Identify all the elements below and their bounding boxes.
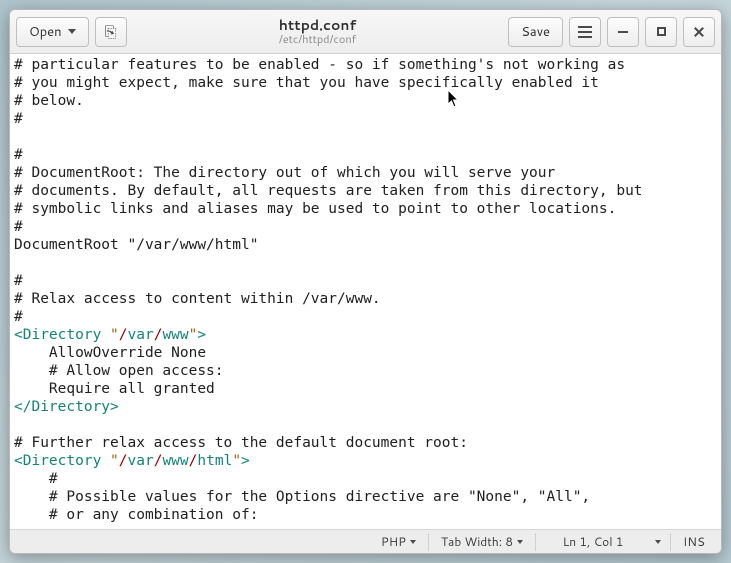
tab-width-label: Tab Width: 8	[441, 533, 513, 550]
document-path: /etc/httpd/conf	[133, 33, 503, 45]
header-right: Save	[508, 17, 715, 47]
chevron-down-icon	[68, 29, 76, 34]
editor-area: # particular features to be enabled - so…	[10, 54, 721, 529]
hamburger-icon	[578, 26, 592, 38]
new-tab-button[interactable]: ⎘	[95, 17, 127, 47]
minimize-icon	[618, 31, 628, 33]
status-bar: PHP Tab Width: 8 Ln 1, Col 1 INS	[10, 529, 721, 553]
title-block: httpd.conf /etc/httpd/conf	[133, 18, 503, 45]
minimize-button[interactable]	[607, 17, 639, 47]
cursor-position[interactable]: Ln 1, Col 1	[538, 533, 648, 550]
maximize-button[interactable]	[645, 17, 677, 47]
separator	[535, 533, 536, 551]
save-button[interactable]: Save	[508, 17, 563, 47]
close-icon	[693, 26, 705, 38]
separator	[670, 533, 671, 551]
open-button[interactable]: Open	[16, 17, 89, 47]
language-label: PHP	[381, 533, 406, 550]
chevron-down-icon	[655, 540, 661, 544]
menu-button[interactable]	[569, 17, 601, 47]
status-menu[interactable]	[648, 540, 668, 544]
cursor-position-label: Ln 1, Col 1	[563, 533, 624, 550]
new-document-icon: ⎘	[105, 21, 117, 42]
insert-mode[interactable]: INS	[673, 533, 721, 550]
header-bar: Open ⎘ httpd.conf /etc/httpd/conf Save	[10, 10, 721, 54]
language-selector[interactable]: PHP	[371, 533, 426, 550]
text-editor[interactable]: # particular features to be enabled - so…	[10, 54, 721, 529]
tab-width-selector[interactable]: Tab Width: 8	[431, 533, 533, 550]
open-label: Open	[29, 23, 62, 41]
chevron-down-icon	[517, 540, 523, 544]
close-button[interactable]	[683, 17, 715, 47]
separator	[428, 533, 429, 551]
editor-window: Open ⎘ httpd.conf /etc/httpd/conf Save	[9, 9, 722, 554]
maximize-icon	[657, 27, 666, 36]
chevron-down-icon	[410, 540, 416, 544]
insert-mode-label: INS	[683, 533, 705, 550]
save-label: Save	[521, 23, 550, 41]
